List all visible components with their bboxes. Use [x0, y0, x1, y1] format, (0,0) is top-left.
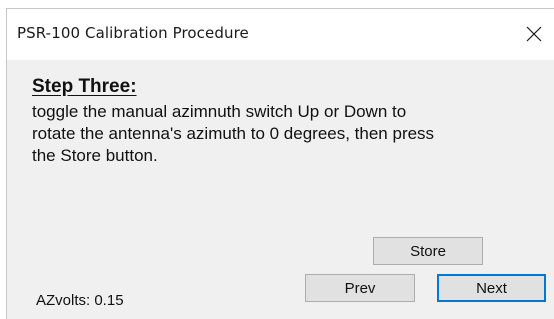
screen: PSR-100 Calibration Procedure Step Three…	[0, 0, 554, 319]
close-icon	[526, 26, 542, 42]
step-heading: Step Three:	[32, 76, 137, 97]
window-title: PSR-100 Calibration Procedure	[17, 24, 249, 42]
azvolts-readout: AZvolts: 0.15	[36, 292, 124, 309]
background-strip	[0, 0, 554, 8]
store-button[interactable]: Store	[373, 237, 483, 265]
title-bar[interactable]: PSR-100 Calibration Procedure	[7, 9, 554, 60]
dialog-body: Step Three: toggle the manual azimnuth s…	[7, 60, 554, 319]
prev-button[interactable]: Prev	[305, 274, 415, 302]
calibration-dialog: PSR-100 Calibration Procedure Step Three…	[6, 8, 554, 319]
close-button[interactable]	[519, 19, 549, 49]
next-button[interactable]: Next	[437, 274, 546, 302]
step-instructions: toggle the manual azimnuth switch Up or …	[32, 102, 435, 165]
